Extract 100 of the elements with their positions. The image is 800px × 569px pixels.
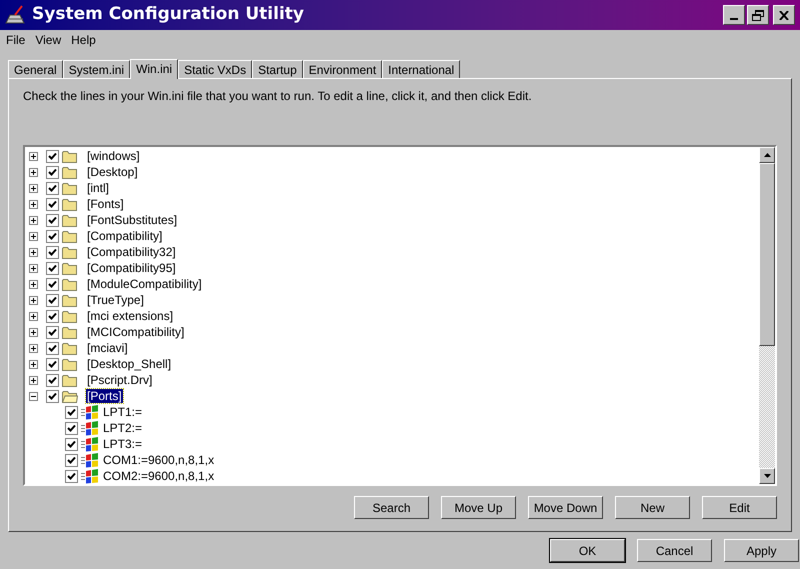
tree-item[interactable]: LPT2:= (102, 421, 144, 435)
list-button[interactable]: Edit (702, 496, 777, 519)
windows-flag-icon (81, 420, 99, 436)
checkbox[interactable] (46, 326, 59, 338)
checkbox[interactable] (46, 246, 59, 258)
scrollbar[interactable] (759, 147, 775, 484)
expand-icon[interactable] (29, 296, 38, 304)
windows-flag-icon (81, 468, 99, 484)
expand-icon[interactable] (29, 152, 38, 160)
checkbox[interactable] (46, 390, 59, 402)
expand-icon[interactable] (29, 232, 38, 240)
expand-icon[interactable] (29, 376, 38, 384)
menu-item[interactable]: File (6, 31, 26, 49)
checkbox[interactable] (46, 166, 59, 178)
tree-item[interactable]: [Ports] (86, 389, 123, 403)
tree-item[interactable]: [Compatibility95] (86, 261, 177, 275)
expand-icon[interactable] (29, 328, 38, 336)
tree-item[interactable]: [windows] (86, 149, 141, 163)
checkbox[interactable] (46, 358, 59, 370)
checkbox[interactable] (65, 470, 78, 482)
expand-icon[interactable] (29, 248, 38, 256)
checkbox[interactable] (46, 198, 59, 210)
scroll-up-button[interactable] (759, 147, 775, 163)
list-button[interactable]: Move Up (441, 496, 516, 519)
close-icon (779, 10, 789, 20)
tree-item[interactable]: [Fonts] (86, 197, 125, 211)
tree-item[interactable]: LPT1:= (102, 405, 144, 419)
folder-icon (62, 166, 78, 178)
tree-item[interactable]: [ModuleCompatibility] (86, 277, 203, 291)
folder-icon (62, 342, 78, 354)
checkbox[interactable] (65, 422, 78, 434)
tree-item[interactable]: [Compatibility32] (86, 245, 177, 259)
tree-item[interactable]: [Pscript.Drv] (86, 373, 154, 387)
expand-icon[interactable] (29, 344, 38, 352)
expand-icon[interactable] (29, 312, 38, 320)
tab[interactable]: Environment (302, 60, 382, 78)
checkbox[interactable] (46, 230, 59, 242)
checkbox[interactable] (65, 454, 78, 466)
tree-item[interactable]: [FontSubstitutes] (86, 213, 178, 227)
dialog-button[interactable]: Apply (724, 539, 799, 562)
tab[interactable]: Static VxDs (178, 60, 252, 78)
open-folder-icon (62, 390, 78, 402)
broom-icon (4, 5, 26, 25)
dialog-button[interactable]: Cancel (637, 539, 712, 562)
expand-icon[interactable] (29, 264, 38, 272)
tree-item[interactable]: COM1:=9600,n,8,1,x (102, 453, 216, 467)
checkbox[interactable] (46, 182, 59, 194)
folder-icon (62, 278, 78, 290)
tree-item[interactable]: LPT3:= (102, 437, 144, 451)
tree-item[interactable]: [Desktop_Shell] (86, 357, 172, 371)
checkbox[interactable] (46, 294, 59, 306)
collapse-icon[interactable] (29, 392, 38, 400)
tree-item[interactable]: [intl] (86, 181, 110, 195)
tab[interactable]: General (8, 60, 63, 78)
expand-icon[interactable] (29, 168, 38, 176)
expand-icon[interactable] (29, 184, 38, 192)
tab[interactable]: System.ini (62, 60, 130, 78)
tree-item[interactable]: [MCICompatibility] (86, 325, 186, 339)
checkbox[interactable] (46, 150, 59, 162)
window-title: System Configuration Utility (32, 3, 305, 26)
expand-icon[interactable] (29, 200, 38, 208)
expand-icon[interactable] (29, 280, 38, 288)
tab[interactable]: International (382, 60, 460, 78)
folder-icon (62, 374, 78, 386)
checkbox[interactable] (46, 278, 59, 290)
instructions-text: Check the lines in your Win.ini file that you want to run. To edit a line, click it, and then click Edit. (23, 88, 533, 105)
menu-item[interactable]: View (35, 31, 62, 49)
dialog-button[interactable]: OK (550, 539, 625, 562)
down-arrow-icon (764, 474, 770, 478)
folder-icon (62, 214, 78, 226)
restore-icon (752, 10, 764, 20)
scroll-down-button[interactable] (759, 468, 775, 484)
restore-button[interactable] (747, 5, 769, 25)
tree-item[interactable]: COM2:=9600,n,8,1,x (102, 469, 216, 483)
checkbox[interactable] (46, 342, 59, 354)
tab[interactable]: Startup (252, 60, 303, 78)
expand-icon[interactable] (29, 216, 38, 224)
checkbox[interactable] (46, 262, 59, 274)
checkbox[interactable] (65, 438, 78, 450)
checkbox[interactable] (46, 374, 59, 386)
menu-item[interactable]: Help (71, 31, 96, 49)
list-button[interactable]: Search (354, 496, 429, 519)
tab[interactable]: Win.ini (130, 59, 178, 79)
folder-icon (62, 262, 78, 274)
tree-item[interactable]: [mciavi] (86, 341, 129, 355)
list-button[interactable]: Move Down (528, 496, 603, 519)
scroll-thumb[interactable] (759, 163, 775, 346)
close-button[interactable] (773, 5, 795, 25)
list-button[interactable]: New (615, 496, 690, 519)
checkbox[interactable] (46, 214, 59, 226)
folder-icon (62, 326, 78, 338)
checkbox[interactable] (46, 310, 59, 322)
expand-icon[interactable] (29, 360, 38, 368)
folder-icon (62, 150, 78, 162)
checkbox[interactable] (65, 406, 78, 418)
tree-item[interactable]: [TrueType] (86, 293, 145, 307)
tree-item[interactable]: [mci extensions] (86, 309, 174, 323)
tree-item[interactable]: [Desktop] (86, 165, 139, 179)
tree-item[interactable]: [Compatibility] (86, 229, 164, 243)
minimize-button[interactable] (723, 5, 745, 25)
